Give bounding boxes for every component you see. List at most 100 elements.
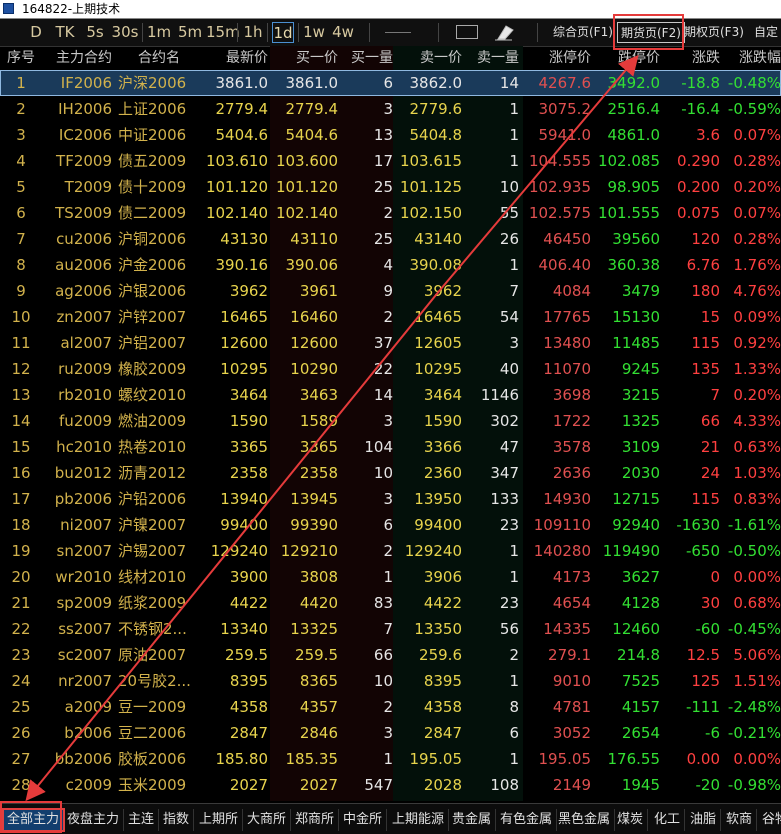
table-row[interactable]: 14 fu2009 燃油2009 1590 1589 3 1590 302 1722 1325 66… [0,408,781,434]
table-row[interactable]: 1 IF2006 沪深2006 3861.0 3861.0 6 3862.0 14 4267.6… [0,70,781,96]
bottom-tab-0[interactable]: 全部主力 [1,808,66,832]
table-row[interactable]: 3 IC2006 中证2006 5404.6 5404.6 13 5404.8 1 5941.0… [0,122,781,148]
cell-bid: 10290 [290,360,338,378]
bottom-tab-15[interactable]: 软商 [722,809,758,831]
period-D[interactable]: D [26,22,46,43]
nav-page-0[interactable]: 综合页(F1) [553,22,613,43]
period-1d[interactable]: 1d [272,22,294,43]
header-bid[interactable]: 买一价 [272,46,338,70]
header-code[interactable]: 主力合约 [44,46,112,70]
table-row[interactable]: 13 rb2010 螺纹2010 3464 3463 14 3464 1146 3698 3215… [0,382,781,408]
cell-seq: 20 [11,568,31,586]
table-row[interactable]: 24 nr2007 20号胶2... 8395 8365 10 8395 1 9010 7525 1… [0,668,781,694]
table-row[interactable]: 28 c2009 玉米2009 2027 2027 547 2028 108 2149 1945 -… [0,772,781,798]
bottom-tab-10[interactable]: 有色金属 [496,809,558,831]
header-limit-up[interactable]: 涨停价 [523,46,591,70]
table-row[interactable]: 19 sn2007 沪锡2007 129240 129210 2 129240 1 140280… [0,538,781,564]
cell-change: -6 [705,724,720,742]
period-4w[interactable]: 4w [330,22,356,43]
header-ask[interactable]: 卖一价 [396,46,462,70]
toolbar-separator [369,23,370,42]
table-row[interactable]: 23 sc2007 原油2007 259.5 259.5 66 259.6 2 279.1 214… [0,642,781,668]
table-row[interactable]: 11 al2007 沪铝2007 12600 12600 37 12605 3 13480 114… [0,330,781,356]
cell-ask: 259.6 [419,646,462,664]
cell-bid: 101.120 [275,178,338,196]
bottom-tab-8[interactable]: 上期能源 [388,809,450,831]
table-row[interactable]: 27 bb2006 胶板2006 185.80 185.35 1 195.05 1 195.05… [0,746,781,772]
table-row[interactable]: 15 hc2010 热卷2010 3365 3365 104 3366 47 3578 3109 2… [0,434,781,460]
header-name[interactable]: 合约名 [118,46,200,70]
bottom-tab-3[interactable]: 指数 [159,809,195,831]
table-row[interactable]: 2 IH2006 上证2006 2779.4 2779.4 3 2779.6 1 3075.2 2… [0,96,781,122]
cell-change-pct: 0.07% [733,126,781,144]
table-row[interactable]: 4 TF2009 债五2009 103.610 103.600 17 103.615 1 104… [0,148,781,174]
eraser-icon[interactable] [492,23,516,41]
cell-change-pct: 0.28% [733,230,781,248]
bottom-tab-16[interactable]: 谷物 [758,809,781,831]
table-row[interactable]: 5 T2009 债十2009 101.120 101.120 25 101.125 10 102… [0,174,781,200]
bottom-tab-1[interactable]: 夜盘主力 [63,809,125,831]
header-change-pct[interactable]: 涨跌幅 [722,46,781,70]
cell-code: bu2012 [54,464,112,482]
bottom-tab-5[interactable]: 大商所 [243,809,292,831]
bottom-tab-14[interactable]: 油脂 [686,809,722,831]
nav-page-1[interactable]: 期货页(F2) [617,22,685,43]
cell-limit-up: 406.40 [538,256,592,274]
cell-limit-up: 109110 [533,516,591,534]
table-row[interactable]: 20 wr2010 线材2010 3900 3808 1 3906 1 4173 3627 0 0.0… [0,564,781,590]
bottom-tab-13[interactable]: 化工 [650,809,686,831]
cell-last: 390.16 [215,256,269,274]
cell-limit-up: 14335 [543,620,591,638]
period-5s[interactable]: 5s [84,22,106,43]
table-row[interactable]: 10 zn2007 沪锌2007 16465 16460 2 16465 54 17765 151… [0,304,781,330]
nav-page-2[interactable]: 期权页(F3) [684,22,744,43]
table-row[interactable]: 22 ss2007 不锈钢2... 13340 13325 7 13350 56 14335 12… [0,616,781,642]
table-row[interactable]: 16 bu2012 沥青2012 2358 2358 10 2360 347 2636 2030 2… [0,460,781,486]
cell-bid-vol: 7 [383,620,393,638]
header-change[interactable]: 涨跌 [662,46,720,70]
cell-limit-up: 2636 [552,464,591,482]
period-1h[interactable]: 1h [243,22,263,43]
table-row[interactable]: 12 ru2009 橡胶2009 10295 10290 22 10295 40 11070 92… [0,356,781,382]
table-row[interactable]: 18 ni2007 沪镍2007 99400 99390 6 99400 23 109110 92… [0,512,781,538]
header-bid-vol[interactable]: 买一量 [340,46,393,70]
bottom-tab-6[interactable]: 郑商所 [291,809,340,831]
table-row[interactable]: 26 b2006 豆二2006 2847 2846 3 2847 6 3052 2654 -6 -0.… [0,720,781,746]
period-1m[interactable]: 1m [147,22,171,43]
bottom-tab-4[interactable]: 上期所 [195,809,244,831]
cell-seq: 18 [11,516,31,534]
table-row[interactable]: 7 cu2006 沪铜2006 43130 43110 25 43140 26 46450 395… [0,226,781,252]
cell-limit-down: 2030 [621,464,660,482]
nav-page-3[interactable]: 自定 [754,22,778,43]
period-TK[interactable]: TK [52,22,78,43]
bottom-tab-7[interactable]: 中金所 [339,809,388,831]
table-row[interactable]: 25 a2009 豆一2009 4358 4357 2 4358 8 4781 4157 -111-… [0,694,781,720]
cell-limit-down: 3627 [621,568,660,586]
cell-name: 橡胶2009 [118,360,187,378]
header-seq[interactable]: 序号 [2,46,40,70]
cell-last: 2358 [229,464,268,482]
header-ask-vol[interactable]: 卖一量 [464,46,519,70]
line-tool-icon[interactable] [385,32,411,33]
cell-change-pct: 0.83% [733,490,781,508]
rectangle-tool-icon[interactable] [456,25,478,39]
bottom-tab-2[interactable]: 主连 [124,809,160,831]
table-row[interactable]: 21 sp2009 纸浆2009 4422 4420 83 4422 23 4654 4128 30… [0,590,781,616]
cell-limit-up: 102.935 [528,178,591,196]
period-1w[interactable]: 1w [303,22,325,43]
table-row[interactable]: 6 TS2009 债二2009 102.140 102.140 2 102.150 55 102… [0,200,781,226]
table-row[interactable]: 9 ag2006 沪银2006 3962 3961 9 3962 7 4084 3479 180 4.… [0,278,781,304]
bottom-tab-12[interactable]: 煤炭 [613,809,649,831]
header-limit-down[interactable]: 跌停价 [594,46,660,70]
header-last[interactable]: 最新价 [200,46,268,70]
period-30s[interactable]: 30s [111,22,139,43]
table-row[interactable]: 8 au2006 沪金2006 390.16 390.06 4 390.08 1 406.40 3… [0,252,781,278]
cell-change: 125 [691,672,720,690]
period-5m[interactable]: 5m [178,22,202,43]
period-15m[interactable]: 15m [206,22,240,43]
bottom-tab-9[interactable]: 贵金属 [448,809,497,831]
cell-bid-vol: 14 [373,386,393,404]
bottom-tab-11[interactable]: 黑色金属 [554,809,616,831]
table-row[interactable]: 17 pb2006 沪铅2006 13940 13945 3 13950 133 14930 12… [0,486,781,512]
cell-ask: 390.08 [409,256,463,274]
